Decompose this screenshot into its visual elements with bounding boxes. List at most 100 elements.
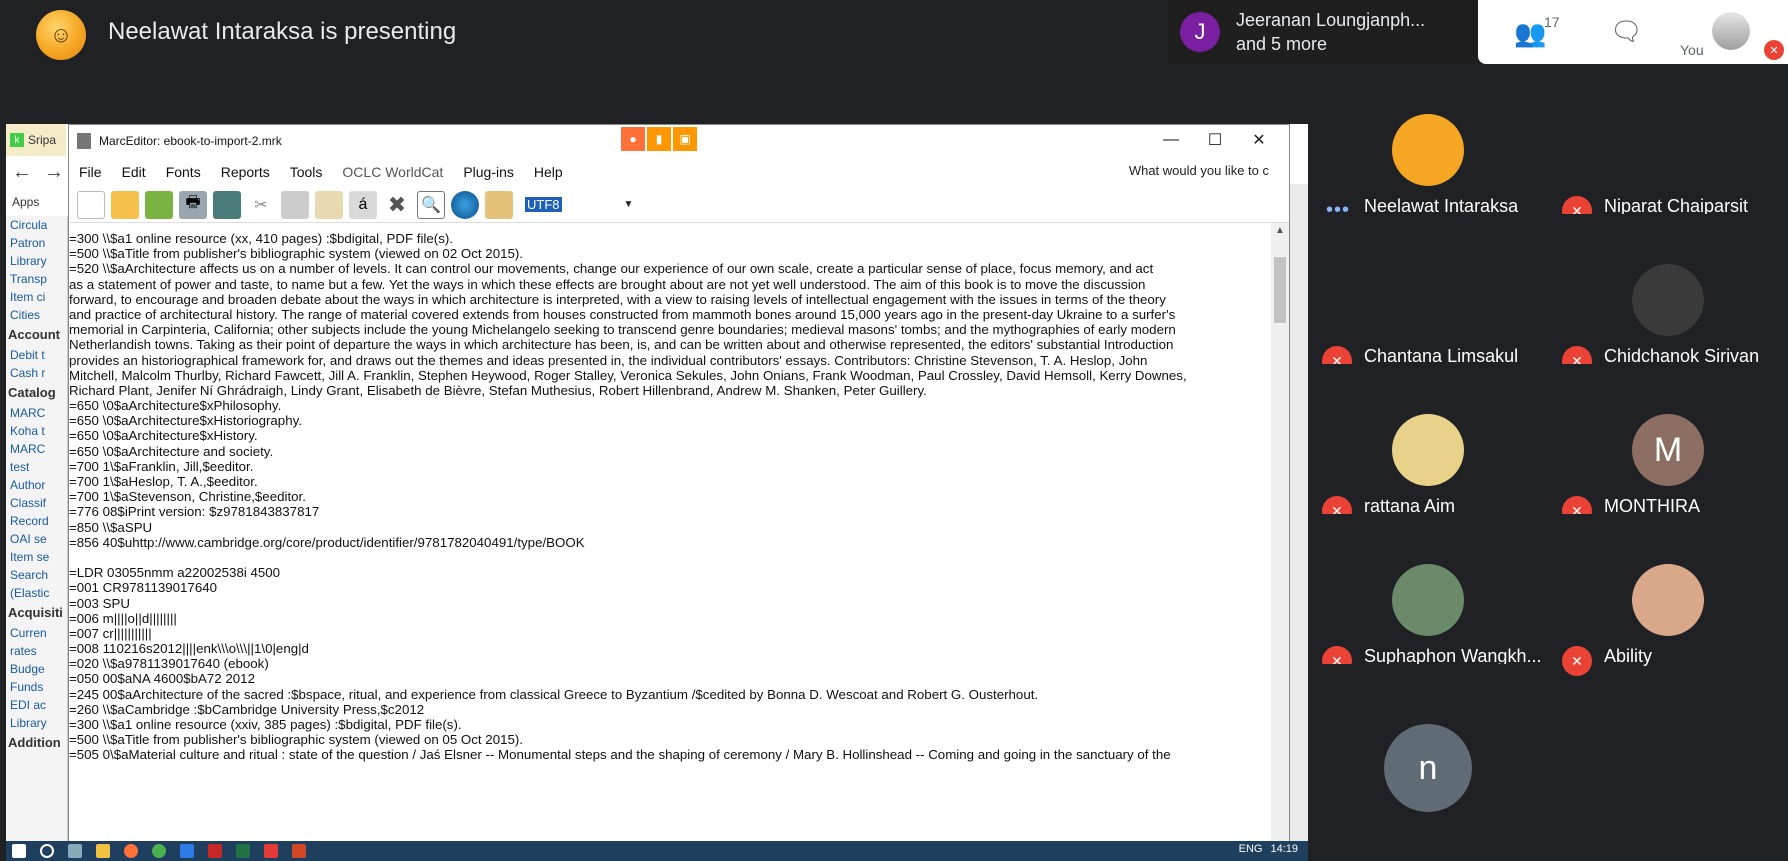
open-folder-icon[interactable]: [111, 190, 139, 219]
sidebar-link[interactable]: Record: [6, 512, 67, 530]
apps-bookmark[interactable]: Apps: [6, 188, 68, 216]
menu-tools[interactable]: Tools: [280, 164, 333, 180]
sidebar-link[interactable]: rates: [6, 642, 67, 660]
tray-language[interactable]: ENG: [1239, 843, 1263, 855]
chrome-icon[interactable]: [152, 844, 166, 858]
task-view-icon[interactable]: [68, 844, 82, 858]
marc-line: Netherlandish towns. Taking as their poi…: [69, 337, 1174, 353]
sidebar-link[interactable]: OAI se: [6, 530, 67, 548]
sidebar-link[interactable]: test: [6, 458, 67, 476]
sidebar-link[interactable]: EDI ac: [6, 696, 67, 714]
marc-line: =300 \\$a1 online resource (xxiv, 385 pa…: [69, 717, 462, 732]
sidebar-link[interactable]: Cities: [6, 306, 67, 324]
paste-icon[interactable]: [315, 190, 343, 219]
participant-tile[interactable]: ✕ Suphaphon Wangkh...: [1308, 514, 1548, 684]
chat-icon[interactable]: 🗨: [1610, 16, 1643, 47]
sidebar-link[interactable]: Patron: [6, 234, 67, 252]
marc-line: =008 110216s2012||||enk\\\o\\\||1\0|eng|…: [69, 641, 309, 657]
sidebar-link[interactable]: Library: [6, 714, 67, 732]
encoding-select[interactable]: UTF8 ▼: [525, 195, 635, 215]
participant-tile[interactable]: ••• Neelawat Intaraksa: [1308, 64, 1548, 234]
powerpoint-icon[interactable]: [292, 844, 306, 858]
minimize-button[interactable]: —: [1149, 125, 1193, 155]
new-file-icon[interactable]: [77, 190, 105, 219]
sidebar-heading: Acquisiti: [8, 605, 63, 620]
sidebar-link[interactable]: Search: [6, 566, 67, 584]
delete-icon[interactable]: ✖: [383, 191, 411, 219]
mic-off-icon: ✕: [1764, 40, 1784, 60]
menu-oclc-worldcat[interactable]: OCLC WorldCat: [332, 164, 453, 180]
marc-line: =650 \0$aArchitecture$xHistoriography.: [69, 413, 302, 429]
firefox-icon[interactable]: [124, 844, 138, 858]
menu-fonts[interactable]: Fonts: [156, 164, 211, 180]
search-icon[interactable]: [40, 844, 54, 858]
participant-tile[interactable]: ✕ Niparat Chaiparsit: [1548, 64, 1788, 234]
menu-reports[interactable]: Reports: [211, 164, 280, 180]
participant-tile[interactable]: n: [1308, 664, 1548, 834]
tools-icon[interactable]: [485, 190, 513, 219]
marc-line: =500 \\$aTitle from publisher's bibliogr…: [69, 246, 523, 262]
scroll-up-icon[interactable]: ▲: [1275, 225, 1285, 236]
sidebar-link[interactable]: Author: [6, 476, 67, 494]
sidebar-link[interactable]: Cash r: [6, 364, 67, 382]
sidebar-link[interactable]: Koha t: [6, 422, 67, 440]
sidebar-link[interactable]: Circula: [6, 216, 67, 234]
app-icon[interactable]: [208, 844, 222, 858]
acrobat-icon[interactable]: [264, 844, 278, 858]
find-icon[interactable]: 🔍: [417, 190, 445, 219]
sidebar-link[interactable]: Curren: [6, 624, 67, 642]
excel-icon[interactable]: [236, 844, 250, 858]
browser-tab[interactable]: k Sripa: [6, 124, 66, 156]
menu-edit[interactable]: Edit: [112, 164, 156, 180]
sidebar-link[interactable]: MARC: [6, 440, 67, 458]
back-icon[interactable]: ←: [12, 161, 32, 184]
sidebar-link[interactable]: (Elastic: [6, 584, 67, 602]
participant-avatar: n: [1384, 724, 1472, 812]
forward-icon[interactable]: →: [44, 161, 64, 184]
search-hint[interactable]: What would you like to c: [1129, 163, 1269, 178]
participant-tile[interactable]: ✕ Chantana Limsakul: [1308, 214, 1548, 384]
marc-text-editor[interactable]: =300 \\$a1 online resource (xx, 410 page…: [69, 223, 1273, 861]
menu-plug-ins[interactable]: Plug-ins: [453, 164, 524, 180]
sidebar-link[interactable]: Budge: [6, 660, 67, 678]
sidebar-link[interactable]: Classif: [6, 494, 67, 512]
scroll-thumb[interactable]: [1274, 257, 1286, 323]
koha-sidebar: Circula Patron Library Transp Item ci Cities A…: [6, 216, 68, 861]
sidebar-link[interactable]: Funds: [6, 678, 67, 696]
you-avatar[interactable]: [1712, 12, 1750, 50]
open-icon[interactable]: [145, 190, 173, 219]
top-participant-tile[interactable]: J Jeeranan Loungjanph... and 5 more: [1168, 0, 1480, 64]
sidebar-link[interactable]: Debit t: [6, 346, 67, 364]
sidebar-link[interactable]: Library: [6, 252, 67, 270]
sidebar-link[interactable]: Transp: [6, 270, 67, 288]
menu-file[interactable]: File: [69, 164, 112, 180]
validate-icon[interactable]: [213, 190, 241, 219]
sidebar-link[interactable]: Item ci: [6, 288, 67, 306]
file-explorer-icon[interactable]: [96, 844, 110, 858]
people-icon[interactable]: 👥: [1514, 18, 1546, 49]
marc-line: =776 08$iPrint version: $z9781843837817: [69, 504, 320, 520]
tray-clock[interactable]: 14:19: [1270, 843, 1298, 855]
participant-tile[interactable]: ✕ Chidchanok Sirivan: [1548, 214, 1788, 384]
globe-icon[interactable]: [451, 190, 479, 219]
browser-nav: ← →: [6, 156, 68, 188]
close-button[interactable]: ✕: [1237, 125, 1281, 155]
participant-tile[interactable]: M ✕ MONTHIRA: [1548, 364, 1788, 534]
mic-off-icon: ✕: [1562, 646, 1592, 676]
edge-icon[interactable]: [180, 844, 194, 858]
participant-avatar: [1392, 564, 1464, 636]
special-char-icon[interactable]: á: [349, 190, 377, 219]
copy-icon[interactable]: [281, 190, 309, 219]
sidebar-link[interactable]: MARC: [6, 404, 67, 422]
presenting-banner: Neelawat Intaraksa is presenting: [108, 18, 457, 45]
participant-tile[interactable]: ✕ rattana Aim: [1308, 364, 1548, 534]
menu-help[interactable]: Help: [524, 164, 573, 180]
marceditor-window: MarcEditor: ebook-to-import-2.mrk ● ▮ ▣ …: [68, 124, 1290, 861]
windows-start-icon[interactable]: [12, 844, 26, 858]
maximize-button[interactable]: ☐: [1193, 125, 1237, 155]
print-icon[interactable]: 🖶: [179, 190, 207, 219]
participant-tile[interactable]: ✕ Ability: [1548, 514, 1788, 684]
editor-scrollbar[interactable]: ▲: [1271, 223, 1289, 861]
cut-icon[interactable]: ✂: [247, 191, 275, 219]
sidebar-link[interactable]: Item se: [6, 548, 67, 566]
